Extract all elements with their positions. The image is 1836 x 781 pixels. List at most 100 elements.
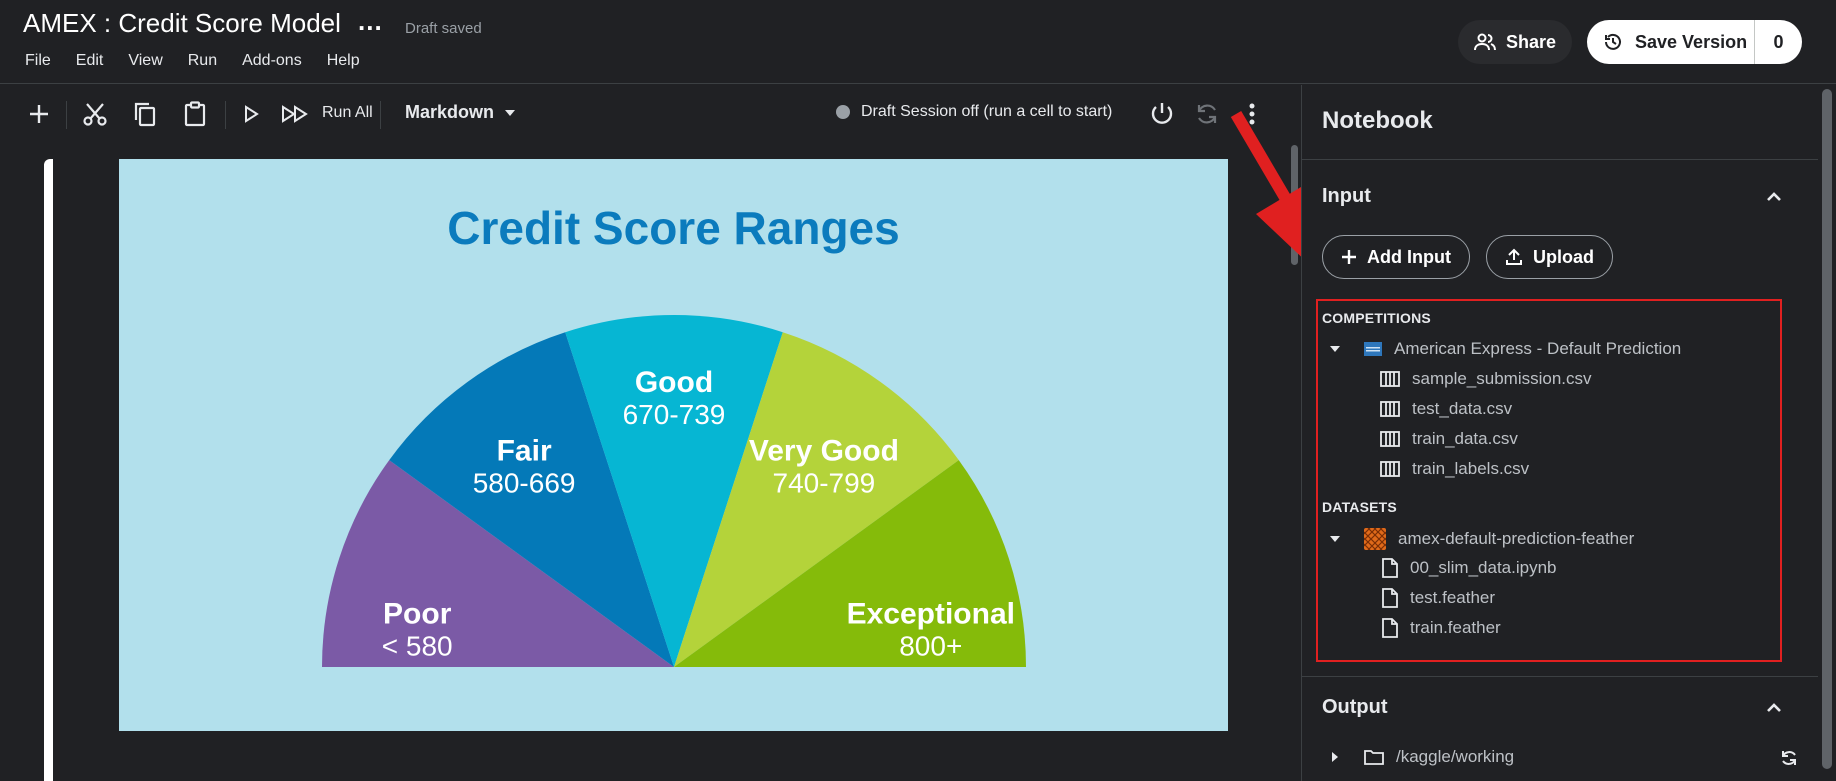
image-title: Credit Score Ranges (447, 202, 900, 254)
table-file-icon (1380, 401, 1400, 417)
output-folder-item[interactable]: /kaggle/working (1332, 747, 1514, 767)
toolbar-divider (66, 101, 67, 129)
file-icon (1382, 588, 1398, 608)
segment-label: Poor (383, 598, 452, 631)
datasets-heading: DATASETS (1322, 499, 1397, 515)
competitions-heading: COMPETITIONS (1322, 310, 1431, 326)
menu-run[interactable]: Run (188, 52, 217, 70)
cell-toolbar: Run All Markdown Draft Session off (run … (0, 85, 1300, 143)
title-more-menu[interactable]: ... (358, 6, 383, 37)
folder-icon (1364, 750, 1384, 765)
save-version-count[interactable]: 0 (1755, 32, 1802, 53)
file-item[interactable]: test.feather (1382, 588, 1495, 608)
sidebar-heading: Notebook (1322, 107, 1433, 134)
refresh-icon[interactable] (1780, 749, 1798, 767)
menu-help[interactable]: Help (327, 52, 360, 70)
file-item[interactable]: train_labels.csv (1380, 459, 1529, 479)
file-name: train.feather (1410, 618, 1501, 637)
segment-label: Exceptional (847, 598, 1015, 631)
notebook-title[interactable]: AMEX : Credit Score Model (23, 8, 341, 39)
share-label: Share (1505, 31, 1557, 52)
expand-down-icon[interactable] (1330, 346, 1340, 352)
table-file-icon (1380, 461, 1400, 477)
segment-range: < 580 (382, 631, 453, 662)
notebook-editor: Run All Markdown Draft Session off (run … (0, 85, 1300, 781)
table-file-icon (1380, 431, 1400, 447)
output-section-label[interactable]: Output (1322, 696, 1388, 719)
caret-down-icon (505, 109, 516, 116)
file-item[interactable]: 00_slim_data.ipynb (1382, 558, 1556, 578)
run-icon[interactable] (236, 99, 266, 129)
file-item[interactable]: train.feather (1382, 618, 1501, 638)
people-icon (1473, 33, 1496, 51)
segment-range: 670-739 (623, 399, 726, 430)
file-icon (1382, 558, 1398, 578)
copy-icon[interactable] (130, 99, 160, 129)
segment-label: Fair (497, 435, 552, 468)
page-scrollbar-thumb[interactable] (1822, 89, 1832, 769)
dataset-item[interactable]: amex-default-prediction-feather (1330, 528, 1634, 550)
table-file-icon (1380, 371, 1400, 387)
file-item[interactable]: test_data.csv (1380, 399, 1512, 419)
menu-add-ons[interactable]: Add-ons (242, 52, 302, 70)
top-bar: AMEX : Credit Score Model ... Draft save… (0, 0, 1836, 84)
file-item[interactable]: train_data.csv (1380, 429, 1518, 449)
file-name: sample_submission.csv (1412, 369, 1592, 388)
menu-file[interactable]: File (25, 52, 51, 70)
competition-item[interactable]: American Express - Default Prediction (1330, 339, 1681, 359)
file-name: train_labels.csv (1412, 459, 1530, 478)
save-version-label: Save Version (1635, 31, 1748, 52)
history-icon (1605, 33, 1621, 50)
session-status: Draft Session off (run a cell to start) (861, 103, 1113, 120)
cut-icon[interactable] (80, 99, 110, 129)
draft-status: Draft saved (405, 20, 482, 37)
segment-label: Good (635, 366, 713, 399)
notebook-sidebar: Notebook Input Add Input Upload COMPETIT… (1301, 85, 1819, 781)
segment-range: 580-669 (473, 468, 576, 499)
toolbar-divider (225, 101, 226, 129)
chevron-up-icon[interactable] (1764, 698, 1784, 718)
expand-right-icon[interactable] (1332, 752, 1338, 762)
dataset-thumbnail-icon (1364, 528, 1386, 550)
cell-type-value: Markdown (405, 102, 495, 122)
file-item[interactable]: sample_submission.csv (1380, 369, 1592, 389)
add-icon[interactable] (24, 99, 54, 129)
dataset-name: amex-default-prediction-feather (1398, 529, 1635, 548)
file-name: test.feather (1410, 588, 1496, 607)
segment-range: 800+ (899, 631, 962, 662)
cell-focus-rail (44, 159, 53, 781)
run-all-icon[interactable] (280, 99, 310, 129)
sidebar-divider (1302, 159, 1819, 160)
share-button[interactable]: Share (1458, 20, 1572, 64)
folder-name: /kaggle/working (1396, 747, 1515, 766)
competition-name: American Express - Default Prediction (1394, 339, 1682, 358)
run-all-button[interactable]: Run All (322, 104, 373, 122)
file-name: test_data.csv (1412, 399, 1513, 418)
toolbar-divider (380, 101, 381, 129)
power-icon[interactable] (1147, 99, 1177, 129)
credit-score-image: Poor < 580 Fair 580-669 Good 670-739 Very Good… (119, 159, 1228, 731)
file-name: 00_slim_data.ipynb (1410, 558, 1557, 577)
menu-edit[interactable]: Edit (76, 52, 104, 70)
file-icon (1382, 618, 1398, 638)
segment-range: 740-799 (773, 468, 876, 499)
upload-label: Upload (1533, 246, 1594, 267)
input-section-label[interactable]: Input (1322, 185, 1371, 208)
add-input-label: Add Input (1367, 246, 1451, 267)
file-name: train_data.csv (1412, 429, 1518, 448)
upload-icon (1506, 248, 1522, 265)
session-status-dot (836, 105, 850, 119)
chevron-up-icon[interactable] (1764, 187, 1784, 207)
expand-down-icon[interactable] (1330, 536, 1340, 542)
sidebar-divider (1302, 676, 1819, 677)
restart-icon[interactable] (1192, 99, 1222, 129)
upload-button[interactable]: Upload (1486, 235, 1613, 279)
cell-type-dropdown[interactable]: Markdown (405, 102, 516, 123)
menu-bar: File Edit View Run Add-ons Help (25, 52, 385, 70)
paste-icon[interactable] (180, 99, 210, 129)
save-version-button[interactable]: Save Version 0 (1587, 20, 1802, 64)
add-input-button[interactable]: Add Input (1322, 235, 1470, 279)
page-scrollbar[interactable] (1818, 85, 1836, 781)
menu-view[interactable]: View (128, 52, 162, 70)
amex-logo-icon (1364, 342, 1382, 356)
